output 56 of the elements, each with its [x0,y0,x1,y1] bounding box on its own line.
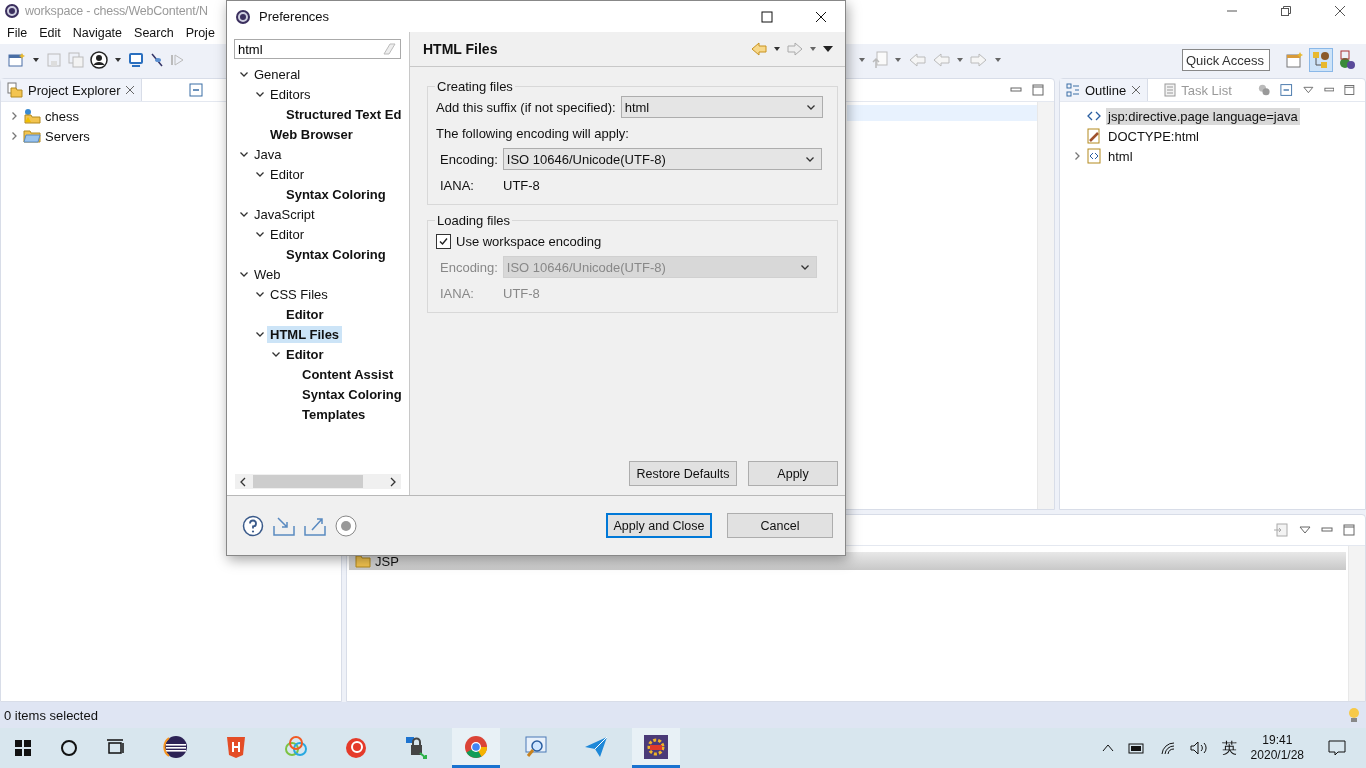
menu-item[interactable]: Navigate [72,26,123,40]
field-value: UTF-8 [503,285,540,301]
menu-item[interactable]: Proje [185,26,215,40]
tree-item[interactable]: Templates [299,405,369,423]
tab-title: Project Explorer [28,82,121,98]
tree-item[interactable]: Editor [267,165,307,183]
window-title: workspace - chess/WebContent/N [25,4,208,18]
menu-item[interactable]: File [7,26,28,40]
input-method-indicator[interactable]: 英 [1221,738,1237,758]
clock-time[interactable]: 19:41 [1262,733,1293,748]
tree-item[interactable]: HTML Files [267,325,343,343]
menu-item[interactable]: Search [134,26,174,40]
tree-item[interactable]: Editor [283,345,327,363]
dialog-button[interactable]: Restore Defaults [629,461,737,486]
project-explorer-tab[interactable]: Project Explorer [1,79,143,101]
status-text: 0 items selected [4,707,98,723]
tree-item[interactable]: Structured Text Ed [283,105,405,123]
field-label: IANA: [440,285,475,301]
tree-item[interactable]: chess [45,108,79,124]
tree-item[interactable]: Syntax Coloring [299,385,405,403]
tree-item[interactable]: CSS Files [267,285,331,303]
suffix-dropdown[interactable]: html [620,96,823,118]
field-label: Add this suffix (if not specified): [436,99,616,115]
outline-item[interactable]: jsp:directive.page language=java [1106,107,1300,125]
page-title: HTML Files [423,41,498,57]
field-label: Encoding: [440,259,498,275]
tree-item[interactable]: Syntax Coloring [283,185,389,203]
tree-item[interactable]: Editor [267,225,307,243]
field-value: UTF-8 [503,177,540,193]
filter-field[interactable]: html [234,39,401,59]
group-title: Loading files [436,213,511,228]
tree-item[interactable]: Editor [283,305,327,323]
menu-item[interactable]: Edit [39,26,61,40]
tree-item[interactable]: JavaScript [251,205,318,223]
tree-item[interactable]: Java [251,145,285,163]
outline-item[interactable]: DOCTYPE:html [1106,127,1201,145]
info-text: The following encoding will apply: [436,125,629,141]
encoding-dropdown[interactable]: ISO 10646/Unicode(UTF-8) [502,148,822,170]
tree-item[interactable]: General [251,65,304,83]
dialog-button[interactable]: Apply [748,461,838,486]
tree-item[interactable]: Servers [45,128,90,144]
tree-item[interactable]: Content Assist [299,365,397,383]
outline-item[interactable]: html [1106,147,1135,165]
tree-item[interactable]: Web [251,265,284,283]
quick-access-field[interactable]: Quick Access [1182,49,1270,71]
dialog-title: Preferences [259,9,330,24]
panel-tab[interactable]: Outline [1060,79,1149,101]
field-label: Encoding: [440,151,498,167]
tree-item[interactable]: Editors [267,85,314,103]
tree-item[interactable]: Syntax Coloring [283,245,389,263]
field-label: IANA: [440,177,475,193]
clock-date[interactable]: 2020/1/28 [1250,748,1304,763]
group-title: Creating files [436,79,514,94]
dialog-button[interactable]: Apply and Close [606,513,712,538]
dialog-button[interactable]: Cancel [727,513,833,538]
tree-item[interactable]: Web Browser [267,125,356,143]
